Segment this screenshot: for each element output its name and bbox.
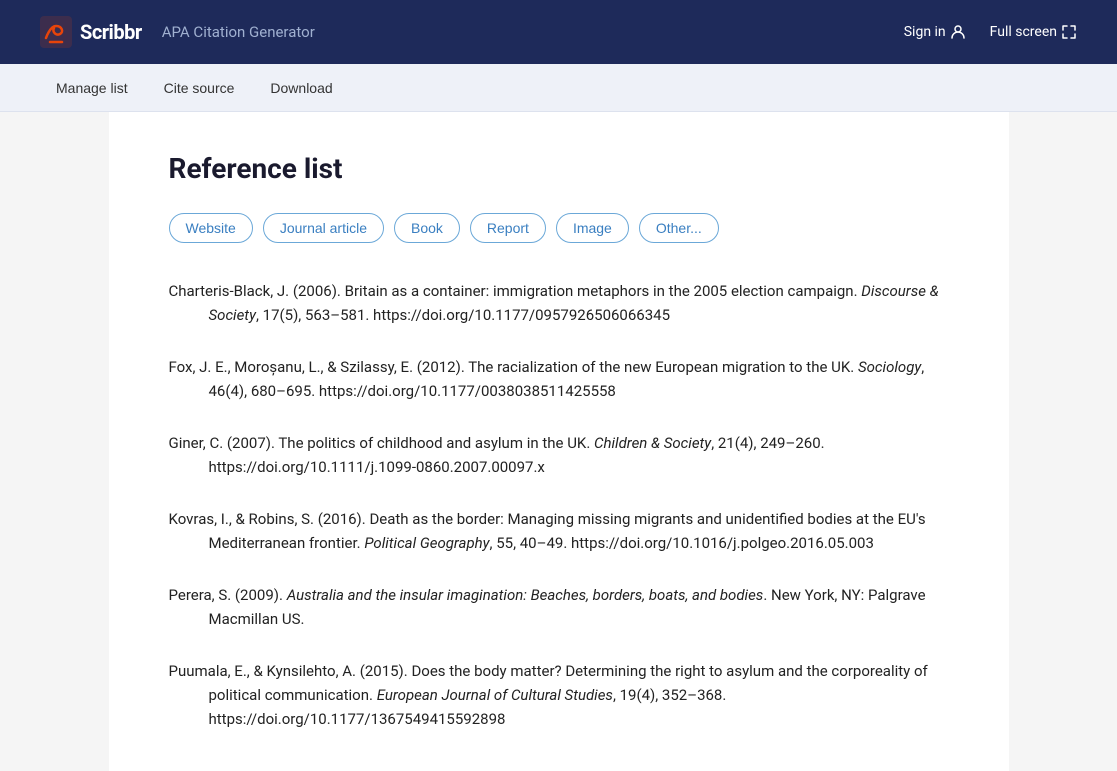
page-title: Reference list	[169, 152, 949, 185]
reference-post-text: , 55, 40–49. https://doi.org/10.1016/j.p…	[490, 534, 874, 552]
header: Scribbr APA Citation Generator Sign in F…	[0, 0, 1117, 64]
source-type-btn-website[interactable]: Website	[169, 213, 253, 243]
reference-item: Kovras, I., & Robins, S. (2016). Death a…	[169, 507, 949, 555]
source-type-btn-report[interactable]: Report	[470, 213, 546, 243]
reference-text: Perera, S. (2009).	[169, 586, 287, 604]
header-subtitle: APA Citation Generator	[162, 23, 315, 41]
sign-in-label: Sign in	[904, 24, 946, 40]
source-type-btn-image[interactable]: Image	[556, 213, 629, 243]
references-list: Charteris-Black, J. (2006). Britain as a…	[169, 279, 949, 731]
header-right: Sign in Full screen	[904, 24, 1077, 40]
reference-text: Giner, C. (2007). The politics of childh…	[169, 434, 595, 452]
reference-italic: Sociology	[858, 358, 921, 376]
full-screen-link[interactable]: Full screen	[990, 24, 1077, 40]
reference-item: Charteris-Black, J. (2006). Britain as a…	[169, 279, 949, 327]
source-type-btn-book[interactable]: Book	[394, 213, 460, 243]
reference-italic: European Journal of Cultural Studies	[377, 686, 613, 704]
person-icon	[950, 24, 966, 40]
source-type-buttons: Website Journal article Book Report Image Oth…	[169, 213, 949, 243]
reference-post-text: , 17(5), 563–581. https://doi.org/10.117…	[256, 306, 670, 324]
reference-item: Puumala, E., & Kynsilehto, A. (2015). Do…	[169, 659, 949, 731]
reference-item: Perera, S. (2009). Australia and the ins…	[169, 583, 949, 631]
reference-italic: Australia and the insular imagination: B…	[287, 586, 764, 604]
fullscreen-icon	[1061, 24, 1077, 40]
reference-italic: Children & Society	[594, 434, 711, 452]
source-type-btn-journal-article[interactable]: Journal article	[263, 213, 384, 243]
main-content: Reference list Website Journal article Boo…	[109, 112, 1009, 771]
header-left: Scribbr APA Citation Generator	[40, 16, 315, 48]
full-screen-label: Full screen	[990, 24, 1057, 40]
sign-in-link[interactable]: Sign in	[904, 24, 966, 40]
reference-item: Fox, J. E., Moroșanu, L., & Szilassy, E.…	[169, 355, 949, 403]
reference-text: Charteris-Black, J. (2006). Britain as a…	[169, 282, 862, 300]
reference-text: Fox, J. E., Moroșanu, L., & Szilassy, E.…	[169, 358, 858, 376]
manage-list-button[interactable]: Manage list	[40, 70, 144, 106]
source-type-btn-other---[interactable]: Other...	[639, 213, 719, 243]
logo-area: Scribbr	[40, 16, 142, 48]
reference-italic: Political Geography	[364, 534, 489, 552]
scribbr-logo-icon	[40, 16, 72, 48]
toolbar: Manage list Cite source Download	[0, 64, 1117, 112]
logo-text: Scribbr	[80, 20, 142, 44]
reference-item: Giner, C. (2007). The politics of childh…	[169, 431, 949, 479]
cite-source-button[interactable]: Cite source	[148, 70, 251, 106]
download-button[interactable]: Download	[254, 70, 348, 106]
